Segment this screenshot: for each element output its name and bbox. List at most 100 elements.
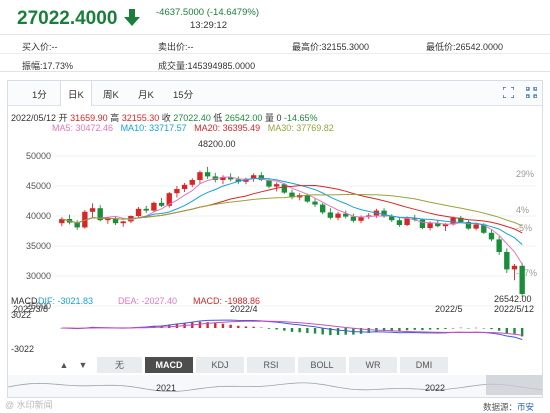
candle-body: [151, 202, 157, 211]
candle-body: [427, 223, 433, 228]
ohlc-high: 32155.30: [121, 113, 160, 123]
macd-bar: [490, 328, 493, 330]
chart-panel: 1分 日K 周K 月K 15分 2022/05/12 开 31659.90 高 …: [7, 80, 543, 398]
macd-bar: [283, 328, 286, 331]
max-annotation: 48200.00: [198, 139, 236, 149]
ohlc-close: 27022.40: [173, 113, 211, 123]
info-row: 买入价:-- 卖出价:-- 最高价:32155.3000 最低价:26542.0…: [0, 35, 550, 54]
candle-body: [504, 252, 510, 270]
data-source: 数据源：币安: [483, 401, 534, 413]
volume: 成交量:145394985.0000: [158, 61, 256, 71]
macd-bar: [474, 327, 478, 329]
ohlc-pct: -14.65%: [284, 113, 318, 123]
indicator-dmi[interactable]: DMI: [400, 357, 448, 373]
macd-bar: [421, 328, 424, 330]
source-label: 数据源：: [482, 402, 517, 412]
candle-body: [143, 208, 149, 211]
y-tick-label: 40000: [26, 211, 51, 221]
candle-body: [419, 219, 426, 228]
indicator-macd[interactable]: MACD: [145, 357, 193, 373]
candle-body: [488, 232, 495, 240]
candle-body: [327, 212, 334, 218]
macd-dea: DEA: -2027.40: [118, 296, 177, 306]
candle-body: [396, 220, 403, 225]
candle-body: [320, 204, 326, 213]
tab-weekly[interactable]: 周K: [103, 87, 119, 101]
candle-body: [389, 216, 395, 221]
macd-bar: [267, 328, 271, 329]
candle-body: [273, 184, 280, 187]
high-price: 最高价:32155.3000: [292, 42, 370, 52]
ask-price: 卖出价:--: [158, 42, 194, 52]
macd-bar: [229, 324, 232, 328]
ohlc-high-label: 高: [110, 113, 120, 123]
candle-body: [204, 172, 211, 177]
macd-bar: [244, 326, 248, 328]
tab-1min[interactable]: 1分: [32, 87, 47, 101]
fullscreen-icon[interactable]: [503, 87, 514, 98]
macd-label: MACD: [11, 296, 38, 306]
candle-body: [189, 180, 195, 185]
tab-15min[interactable]: 15分: [173, 87, 193, 101]
macd-top: 3022: [11, 310, 31, 320]
candle-body: [496, 239, 502, 252]
y-tick-label: 35000: [26, 241, 51, 251]
bid-price: 买入价:--: [22, 42, 58, 52]
ohlc-vol-label: 量: [264, 113, 274, 123]
pct-tick-label: -27%: [516, 268, 537, 278]
timeline-navigator[interactable]: 2021 2022: [8, 375, 542, 397]
candle-body: [473, 224, 479, 229]
candle-body: [89, 208, 96, 212]
timeline-2022: 2022: [425, 383, 445, 393]
candle-body: [181, 184, 188, 189]
macd-bar: [198, 321, 202, 328]
last-price: 27022.4000: [17, 8, 118, 29]
ma30-value: MA30: 37769.82: [267, 123, 334, 133]
pct-tick-label: 4%: [516, 205, 529, 215]
candle-body: [511, 265, 518, 270]
y-tick-label: 45000: [26, 181, 51, 191]
macd-bar: [428, 328, 432, 330]
macd-bar: [467, 328, 470, 329]
macd-bar: [321, 328, 324, 335]
macd-panel: MACD DIF: -3021.83 DEA: -2027.40 MACD: -…: [11, 296, 524, 354]
macd-bar: [444, 328, 447, 329]
ohlc-open-label: 开: [58, 113, 68, 123]
y-tick-label: 30000: [26, 271, 51, 281]
indicator-none[interactable]: 无: [97, 357, 142, 373]
scroll-left-button[interactable]: ▲: [55, 357, 73, 373]
macd-bar: [398, 328, 401, 332]
candle-body: [335, 213, 341, 218]
indicator-rsi[interactable]: RSI: [247, 357, 295, 373]
candle-body: [304, 195, 311, 202]
low-price: 最低价:26542.0000: [426, 42, 504, 52]
indicator-kdj[interactable]: KDJ: [196, 357, 244, 373]
scroll-right-button[interactable]: ▼: [74, 357, 92, 373]
tab-monthly[interactable]: 月K: [138, 87, 154, 101]
tab-daily[interactable]: 日K: [60, 81, 92, 106]
amplitude: 振幅:17.73%: [22, 61, 74, 71]
macd-bar: [482, 328, 486, 329]
watermark: @ 水印新闻: [5, 400, 53, 410]
candle-body: [404, 218, 410, 225]
down-arrow-icon: [124, 9, 140, 26]
macd-bar: [497, 328, 501, 331]
macd-bar: [290, 328, 294, 332]
ohlc-close-label: 收: [161, 113, 171, 123]
candle-body: [158, 202, 165, 206]
indicator-wr[interactable]: WR: [349, 357, 397, 373]
macd-bar: [505, 328, 509, 334]
macd-bar: [513, 328, 516, 334]
settings-icon[interactable]: [526, 87, 537, 98]
macd-bar: [298, 328, 301, 333]
macd-dif: DIF: -3021.83: [38, 296, 93, 306]
candle-body: [312, 201, 318, 205]
ma-legend: MA5: 30472.46 MA10: 33717.57 MA20: 36395…: [52, 123, 334, 133]
timeline-2021: 2021: [156, 383, 176, 393]
macd-bar: [313, 328, 317, 334]
indicator-boll[interactable]: BOLL: [298, 357, 346, 373]
source-link[interactable]: 币安: [517, 402, 534, 412]
macd-bar: [306, 328, 309, 334]
macd-bar: [260, 327, 263, 329]
ohlc-low-label: 低: [213, 113, 223, 123]
